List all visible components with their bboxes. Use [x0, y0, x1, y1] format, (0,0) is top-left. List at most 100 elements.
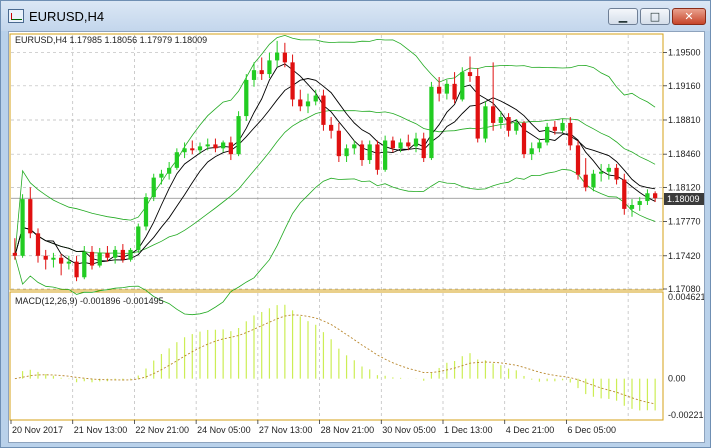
candle-body[interactable] [383, 140, 388, 170]
candle-body[interactable] [228, 142, 233, 155]
candle-body[interactable] [66, 261, 71, 264]
candle-body[interactable] [583, 174, 588, 188]
candle-body[interactable] [444, 83, 449, 94]
candle-body[interactable] [197, 146, 203, 151]
price-tick-label: 1.19160 [668, 81, 701, 91]
candle-body[interactable] [429, 86, 434, 159]
candle-body[interactable] [105, 252, 110, 258]
candle-body[interactable] [560, 122, 565, 131]
candle-body[interactable] [267, 60, 272, 75]
candle-body[interactable] [344, 148, 349, 157]
candle-body[interactable] [213, 144, 218, 149]
bollinger-lower-band [14, 168, 656, 316]
maximize-button[interactable]: □ [640, 8, 670, 25]
candle-body[interactable] [398, 142, 403, 149]
candle-body[interactable] [329, 124, 334, 131]
candle-body[interactable] [167, 167, 172, 174]
candle-body[interactable] [545, 126, 550, 143]
candle-body[interactable] [174, 152, 179, 168]
candle-body[interactable] [498, 117, 503, 123]
candle-body[interactable] [12, 252, 17, 256]
candle-body[interactable] [460, 72, 465, 100]
chart-area[interactable]: 1.19500 1.19160 1.18810 1.18460 1.18120 1.177… [8, 31, 705, 443]
candle-body[interactable] [599, 171, 604, 174]
candle-body[interactable] [629, 204, 635, 209]
time-tick-label: 22 Nov 21:00 [135, 425, 189, 435]
candle-body[interactable] [467, 72, 473, 77]
candle-body[interactable] [97, 252, 102, 266]
candle-body[interactable] [514, 122, 519, 131]
price-chart-svg[interactable]: 1.19500 1.19160 1.18810 1.18460 1.18120 1.177… [9, 32, 704, 442]
candle-body[interactable] [614, 167, 619, 180]
candle-body[interactable] [591, 173, 596, 188]
candle-body[interactable] [43, 255, 48, 260]
candle-body[interactable] [282, 52, 287, 63]
candle-body[interactable] [375, 144, 380, 170]
candle-body[interactable] [352, 144, 357, 149]
candle-body[interactable] [205, 144, 210, 147]
current-price-label: 1.18009 [667, 194, 700, 204]
candle-body[interactable] [190, 148, 195, 151]
candle-body[interactable] [529, 148, 534, 155]
candle-body[interactable] [251, 70, 257, 80]
candle-body[interactable] [236, 116, 241, 155]
minimize-button[interactable]: ▁ [608, 8, 638, 25]
candle-body[interactable] [367, 144, 372, 161]
candle-body[interactable] [136, 226, 141, 250]
candle-body[interactable] [390, 140, 395, 149]
candle-body[interactable] [506, 117, 511, 131]
candle-body[interactable] [298, 99, 303, 107]
candle-body[interactable] [321, 95, 326, 125]
candle-body[interactable] [359, 144, 365, 161]
candle-body[interactable] [552, 126, 557, 131]
candle-body[interactable] [35, 233, 41, 256]
candle-body[interactable] [259, 70, 264, 75]
candle-body[interactable] [244, 79, 249, 117]
candle-body[interactable] [313, 95, 318, 102]
candle-body[interactable] [406, 142, 411, 147]
candle-body[interactable] [290, 62, 295, 100]
candle-body[interactable] [128, 249, 133, 260]
candle-body[interactable] [151, 177, 156, 198]
candle-body[interactable] [275, 52, 280, 61]
title-bar[interactable]: EURUSD,H4 ▁ □ ✕ [1, 1, 710, 31]
candle-body[interactable] [413, 138, 419, 147]
candle-body[interactable] [606, 167, 611, 172]
time-tick-label: 24 Nov 05:00 [197, 425, 251, 435]
candle-body[interactable] [568, 122, 573, 146]
candle-body[interactable] [575, 145, 581, 175]
candle-body[interactable] [51, 257, 56, 260]
candle-body[interactable] [28, 199, 33, 234]
candle-body[interactable] [143, 197, 149, 227]
candle-body[interactable] [305, 101, 311, 107]
macd-tick-label: -0.002213 [668, 410, 704, 420]
candle-body[interactable] [159, 173, 164, 178]
candle-body[interactable] [221, 142, 226, 149]
time-tick-label: 4 Dec 21:00 [506, 425, 555, 435]
candle-body[interactable] [622, 179, 627, 209]
candle-body[interactable] [452, 83, 457, 100]
price-tick-label: 1.17420 [668, 251, 701, 261]
candle-body[interactable] [74, 261, 79, 278]
time-tick-label: 27 Nov 13:00 [259, 425, 313, 435]
candle-body[interactable] [182, 148, 187, 153]
candle-body[interactable] [82, 251, 87, 278]
candle-body[interactable] [483, 106, 488, 139]
time-tick-label: 6 Dec 05:00 [567, 425, 616, 435]
candle-body[interactable] [89, 251, 95, 266]
close-button[interactable]: ✕ [672, 8, 706, 25]
candle-body[interactable] [59, 257, 64, 264]
candle-body[interactable] [653, 193, 658, 199]
candle-body[interactable] [120, 249, 125, 260]
candle-body[interactable] [521, 122, 527, 155]
candle-body[interactable] [336, 130, 341, 157]
candle-body[interactable] [491, 106, 496, 123]
candle-body[interactable] [537, 142, 542, 149]
candle-body[interactable] [437, 86, 442, 94]
candle-body[interactable] [113, 249, 118, 258]
candle-body[interactable] [645, 193, 650, 202]
candle-body[interactable] [20, 199, 25, 256]
candle-body[interactable] [475, 76, 480, 139]
candle-body[interactable] [421, 138, 426, 159]
candle-body[interactable] [637, 201, 642, 205]
